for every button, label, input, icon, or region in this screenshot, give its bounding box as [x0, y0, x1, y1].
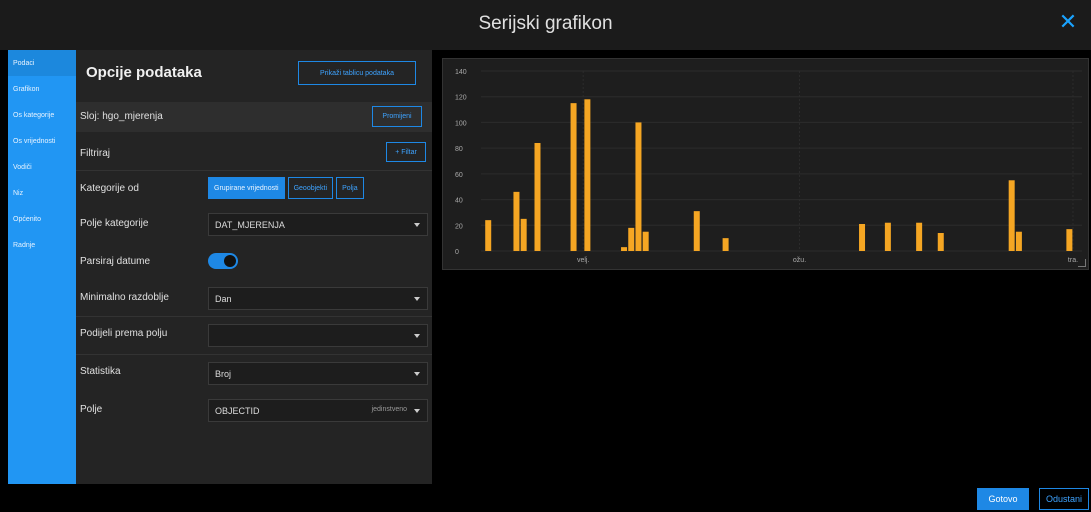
sidebar-item-opcenito[interactable]: Općenito	[8, 206, 76, 232]
toggle-knob	[224, 255, 236, 267]
y-tick-label: 120	[455, 95, 467, 102]
chart-bar[interactable]	[1015, 231, 1022, 251]
statistic-select[interactable]: Broj	[208, 362, 428, 385]
y-tick-label: 80	[455, 146, 463, 153]
x-tick-label: tra.	[1068, 257, 1078, 264]
change-layer-button[interactable]: Promijeni	[372, 106, 422, 127]
chart-bar[interactable]	[859, 224, 866, 251]
done-button[interactable]: Gotovo	[977, 488, 1029, 510]
chart-bar[interactable]	[916, 222, 923, 251]
min-period-select[interactable]: Dan	[208, 287, 428, 310]
sidebar-item-podaci[interactable]: Podaci	[8, 50, 76, 76]
segment-features[interactable]: Geoobjekti	[287, 177, 334, 199]
y-tick-label: 60	[455, 172, 463, 179]
add-filter-button[interactable]: + Filtar	[386, 142, 426, 162]
chart-svg: 0 20 40 60 80 100 120 140 velj. ožu. tra.	[455, 69, 1082, 264]
chart-bar[interactable]	[693, 211, 700, 251]
resize-handle[interactable]	[1078, 259, 1086, 267]
statistic-value: Broj	[215, 368, 232, 379]
chevron-down-icon	[414, 409, 420, 413]
chart-bar[interactable]	[1066, 229, 1073, 251]
data-options-panel: Opcije podataka Prikaži tablicu podataka…	[76, 50, 432, 484]
statistic-label: Statistika	[80, 366, 121, 377]
y-tick-label: 100	[455, 120, 467, 127]
filter-label: Filtriraj	[80, 148, 110, 159]
segment-grouped-values[interactable]: Grupirane vrijednosti	[208, 177, 285, 199]
show-data-table-button[interactable]: Prikaži tablicu podataka	[298, 61, 416, 85]
category-field-select[interactable]: DAT_MJERENJA	[208, 213, 428, 236]
y-tick-label: 0	[455, 249, 459, 256]
sidebar-item-radnje[interactable]: Radnje	[8, 232, 76, 258]
chevron-down-icon	[414, 372, 420, 376]
divider	[76, 170, 432, 171]
chart-bar[interactable]	[584, 99, 591, 252]
divider	[76, 354, 432, 355]
sidebar-item-os-kategorije[interactable]: Os kategorije	[8, 102, 76, 128]
chart-bar[interactable]	[1008, 180, 1015, 251]
chevron-down-icon	[414, 334, 420, 338]
chart-preview: 0 20 40 60 80 100 120 140 velj. ožu. tra.	[442, 58, 1089, 270]
chart-bar[interactable]	[722, 238, 729, 251]
chart-bar[interactable]	[628, 227, 635, 251]
category-field-label: Polje kategorije	[80, 218, 149, 229]
sidebar-item-niz[interactable]: Niz	[8, 180, 76, 206]
chevron-down-icon	[414, 297, 420, 301]
chart-bar[interactable]	[884, 222, 891, 251]
category-from-segmented: Grupirane vrijednosti Geoobjekti Polja	[208, 177, 367, 199]
chevron-down-icon	[414, 223, 420, 227]
layer-row: Sloj: hgo_mjerenja Promijeni	[76, 102, 432, 132]
chart-bar[interactable]	[520, 218, 527, 251]
chart-bar[interactable]	[621, 247, 628, 251]
sidebar-item-os-vrijednosti[interactable]: Os vrijednosti	[8, 128, 76, 154]
y-tick-label: 40	[455, 198, 463, 205]
close-icon[interactable]: ✕	[1057, 11, 1079, 33]
chart-bar[interactable]	[534, 143, 541, 251]
cancel-button[interactable]: Odustani	[1039, 488, 1089, 510]
layer-label: Sloj: hgo_mjerenja	[80, 111, 163, 122]
chart-bar[interactable]	[485, 220, 492, 251]
field-suffix: jedinstveno	[371, 406, 407, 413]
panel-heading: Opcije podataka	[86, 64, 202, 81]
parse-dates-toggle[interactable]	[208, 253, 238, 269]
chart-bar[interactable]	[937, 233, 944, 251]
field-label: Polje	[80, 404, 103, 415]
chart-bar[interactable]	[570, 103, 577, 251]
y-tick-label: 20	[455, 223, 463, 230]
divider	[76, 316, 432, 317]
chart-bar[interactable]	[635, 122, 642, 251]
category-field-value: DAT_MJERENJA	[215, 219, 285, 230]
field-value: OBJECTID	[215, 405, 260, 416]
dialog-title: Serijski grafikon	[478, 13, 613, 34]
chart-bar[interactable]	[513, 191, 520, 251]
field-select[interactable]: OBJECTID jedinstveno	[208, 399, 428, 422]
split-by-select[interactable]	[208, 324, 428, 347]
min-period-label: Minimalno razdoblje	[80, 292, 169, 303]
sidebar-item-vodici[interactable]: Vodiči	[8, 154, 76, 180]
y-tick-label: 140	[455, 69, 467, 76]
dialog-titlebar: Serijski grafikon ✕	[0, 0, 1091, 50]
min-period-value: Dan	[215, 293, 232, 304]
x-tick-label: velj.	[577, 257, 590, 264]
category-from-label: Kategorije od	[80, 183, 139, 194]
parse-dates-label: Parsiraj datume	[80, 256, 151, 267]
settings-sidebar: Podaci Grafikon Os kategorije Os vrijedn…	[8, 50, 76, 484]
x-tick-label: ožu.	[793, 257, 806, 264]
sidebar-item-grafikon[interactable]: Grafikon	[8, 76, 76, 102]
chart-bar[interactable]	[642, 231, 649, 251]
segment-fields[interactable]: Polja	[336, 177, 364, 199]
split-by-label: Podijeli prema polju	[80, 328, 168, 339]
